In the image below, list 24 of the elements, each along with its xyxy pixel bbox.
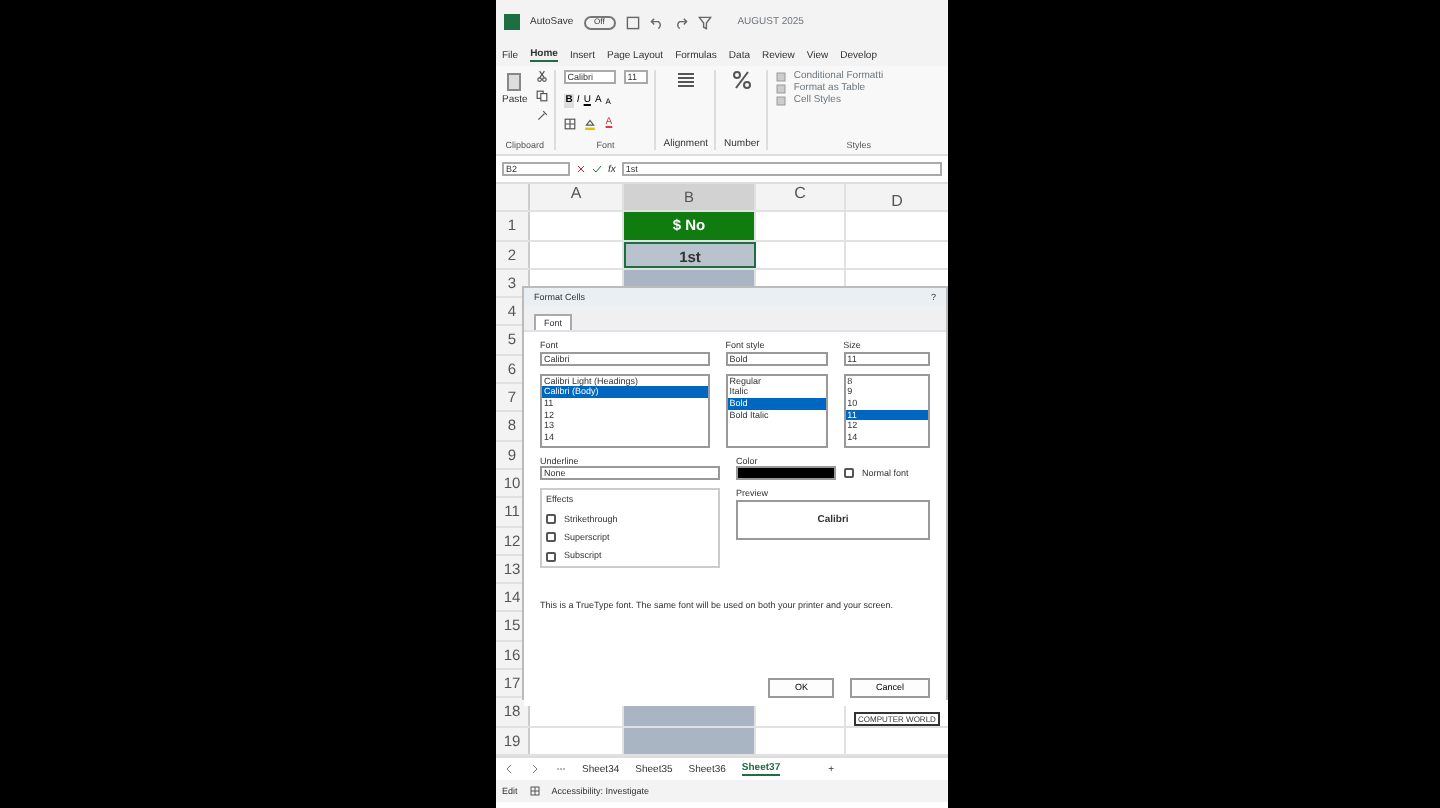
percent-icon[interactable] <box>731 70 752 90</box>
next-icon[interactable] <box>530 764 540 774</box>
checkbox[interactable] <box>546 532 556 543</box>
fill-color-icon[interactable] <box>583 117 596 130</box>
borders-icon[interactable] <box>563 117 576 130</box>
excel-logo-icon <box>504 14 520 30</box>
checkbox[interactable] <box>844 468 854 479</box>
undo-icon[interactable] <box>649 15 664 29</box>
alignment-icon[interactable] <box>675 70 696 90</box>
check-icon[interactable] <box>592 164 602 174</box>
redo-icon[interactable] <box>673 15 688 29</box>
clipboard-icon[interactable] <box>504 70 525 94</box>
checkbox[interactable] <box>546 513 556 524</box>
cancel-icon[interactable] <box>576 164 586 174</box>
selected-cell[interactable] <box>624 727 756 754</box>
workbook-stats-icon[interactable] <box>529 786 540 796</box>
brush-icon[interactable] <box>535 110 548 122</box>
filter-icon[interactable] <box>697 15 712 29</box>
previous-icon[interactable] <box>504 764 514 774</box>
checkbox[interactable] <box>546 551 556 562</box>
copy-icon[interactable] <box>535 90 548 102</box>
color-dropdown[interactable] <box>736 466 836 481</box>
scissors-icon[interactable] <box>535 70 548 82</box>
save-icon[interactable] <box>625 15 640 29</box>
